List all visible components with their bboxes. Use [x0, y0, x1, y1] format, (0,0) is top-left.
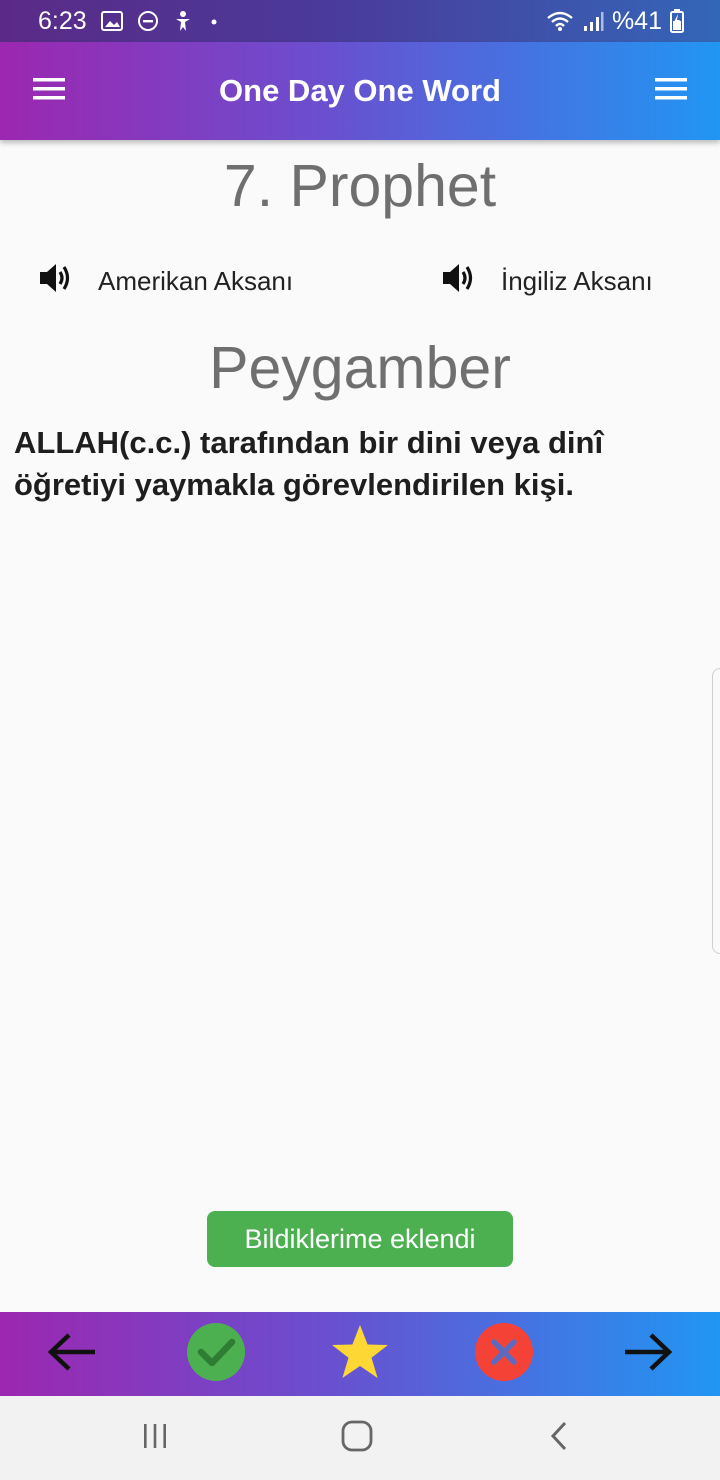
known-word-button[interactable] [166, 1312, 266, 1396]
status-time: 6:23 [38, 6, 87, 35]
accessibility-icon [173, 10, 193, 32]
arrow-left-icon [47, 1332, 97, 1377]
toast-message: Bildiklerime eklendi [207, 1211, 513, 1267]
menu-button-left[interactable] [0, 42, 98, 140]
signal-icon [582, 10, 604, 32]
american-accent-button[interactable]: Amerikan Aksanı [38, 256, 293, 306]
wifi-icon [546, 10, 574, 32]
app-bar: One Day One Word [0, 42, 720, 140]
status-bar: 6:23 %41 [0, 0, 720, 42]
system-nav-bar [0, 1396, 720, 1480]
menu-button-right[interactable] [622, 42, 720, 140]
recent-apps-button[interactable] [110, 1396, 200, 1480]
british-accent-button[interactable]: İngiliz Aksanı [441, 256, 653, 306]
favorite-word-button[interactable] [310, 1312, 410, 1396]
do-not-disturb-icon [137, 10, 159, 32]
british-accent-label: İngiliz Aksanı [501, 265, 653, 296]
edge-panel-handle[interactable] [712, 668, 720, 954]
gallery-icon [100, 11, 123, 31]
menu-icon [655, 77, 687, 106]
word-title: 7. Prophet [223, 153, 497, 219]
word-translation: Peygamber [209, 335, 511, 401]
home-button[interactable] [312, 1396, 402, 1480]
word-definition: ALLAH(c.c.) tarafından bir dini veya din… [14, 425, 604, 502]
battery-charging-icon [670, 9, 684, 33]
toast-text: Bildiklerime eklendi [244, 1223, 476, 1254]
menu-icon [33, 77, 65, 106]
volume-up-icon [38, 261, 74, 302]
dot-icon [207, 10, 221, 32]
battery-percent: %41 [611, 6, 662, 35]
next-word-button[interactable] [598, 1312, 698, 1396]
action-bar [0, 1312, 720, 1396]
back-button[interactable] [514, 1396, 604, 1480]
home-icon [341, 1420, 373, 1457]
recent-apps-icon [141, 1423, 169, 1454]
back-icon [549, 1421, 569, 1456]
app-title: One Day One Word [219, 73, 501, 108]
check-circle-icon [186, 1322, 246, 1387]
cancel-circle-icon [474, 1322, 534, 1387]
star-icon [330, 1323, 390, 1386]
volume-up-icon [441, 261, 477, 302]
unknown-word-button[interactable] [454, 1312, 554, 1396]
american-accent-label: Amerikan Aksanı [98, 265, 294, 296]
status-right: %41 [546, 7, 684, 36]
previous-word-button[interactable] [22, 1312, 122, 1396]
arrow-right-icon [623, 1332, 673, 1377]
status-left: 6:23 [38, 7, 221, 36]
